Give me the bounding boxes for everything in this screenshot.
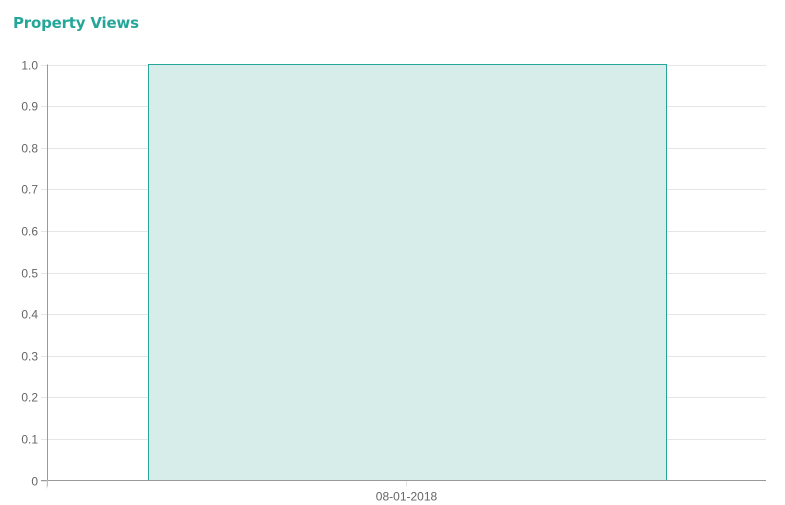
y-tick-label: 0.3: [21, 350, 38, 364]
y-tick-label: 1.0: [21, 59, 38, 73]
y-tick-label: 0.9: [21, 100, 38, 114]
x-tick-label: 08-01-2018: [376, 490, 438, 504]
y-tick-label: 0.5: [21, 267, 38, 281]
y-tick-label: 0.8: [21, 142, 38, 156]
y-tick-label: 0.6: [21, 225, 38, 239]
y-tick-label: 0: [31, 475, 38, 489]
y-tick-label: 0.1: [21, 433, 38, 447]
y-tick-label: 0.4: [21, 308, 38, 322]
y-tick-label: 0.2: [21, 391, 38, 405]
bar: [148, 64, 667, 481]
bars: [148, 64, 667, 481]
y-tick-label: 0.7: [21, 183, 38, 197]
bar-chart: 0 0.1 0.2 0.3 0.4 0.5 0.6 0.7 0.8 0.9 1.0 08-01-201…: [21, 59, 766, 504]
